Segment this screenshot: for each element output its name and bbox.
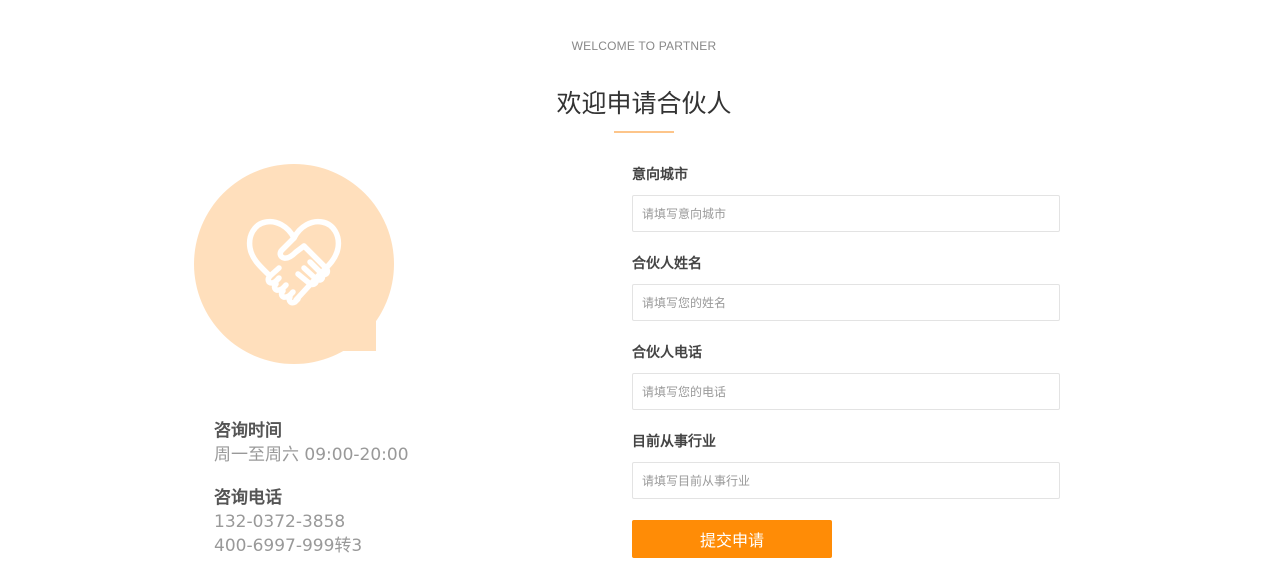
page-eyebrow: WELCOME TO PARTNER <box>571 39 717 53</box>
heart-handshake-icon <box>246 218 342 306</box>
consult-phone: 咨询电话 132-0372-3858 400-6997-999转3 <box>214 486 362 558</box>
submit-application-button[interactable]: 提交申请 <box>632 520 832 558</box>
partner-name-label: 合伙人姓名 <box>632 256 702 272</box>
current-industry-label: 目前从事行业 <box>632 434 716 450</box>
intended-city-input[interactable] <box>632 195 1060 232</box>
current-industry-input[interactable] <box>632 462 1060 499</box>
intended-city-label: 意向城市 <box>632 167 688 183</box>
illustration-bubble-tail <box>330 310 376 351</box>
partner-name-input[interactable] <box>632 284 1060 321</box>
consult-hours-title: 咨询时间 <box>214 421 282 441</box>
title-underline <box>614 131 674 133</box>
consult-phone-title: 咨询电话 <box>214 488 282 508</box>
consult-hours: 咨询时间 周一至周六 09:00-20:00 <box>214 419 409 467</box>
partner-phone-input[interactable] <box>632 373 1060 410</box>
page-title: 欢迎申请合伙人 <box>556 89 732 118</box>
consult-phone-number-1: 132-0372-3858 <box>214 512 346 532</box>
partner-phone-label: 合伙人电话 <box>632 345 702 361</box>
consult-phone-number-2: 400-6997-999转3 <box>214 536 363 556</box>
consult-hours-value: 周一至周六 09:00-20:00 <box>214 445 409 465</box>
